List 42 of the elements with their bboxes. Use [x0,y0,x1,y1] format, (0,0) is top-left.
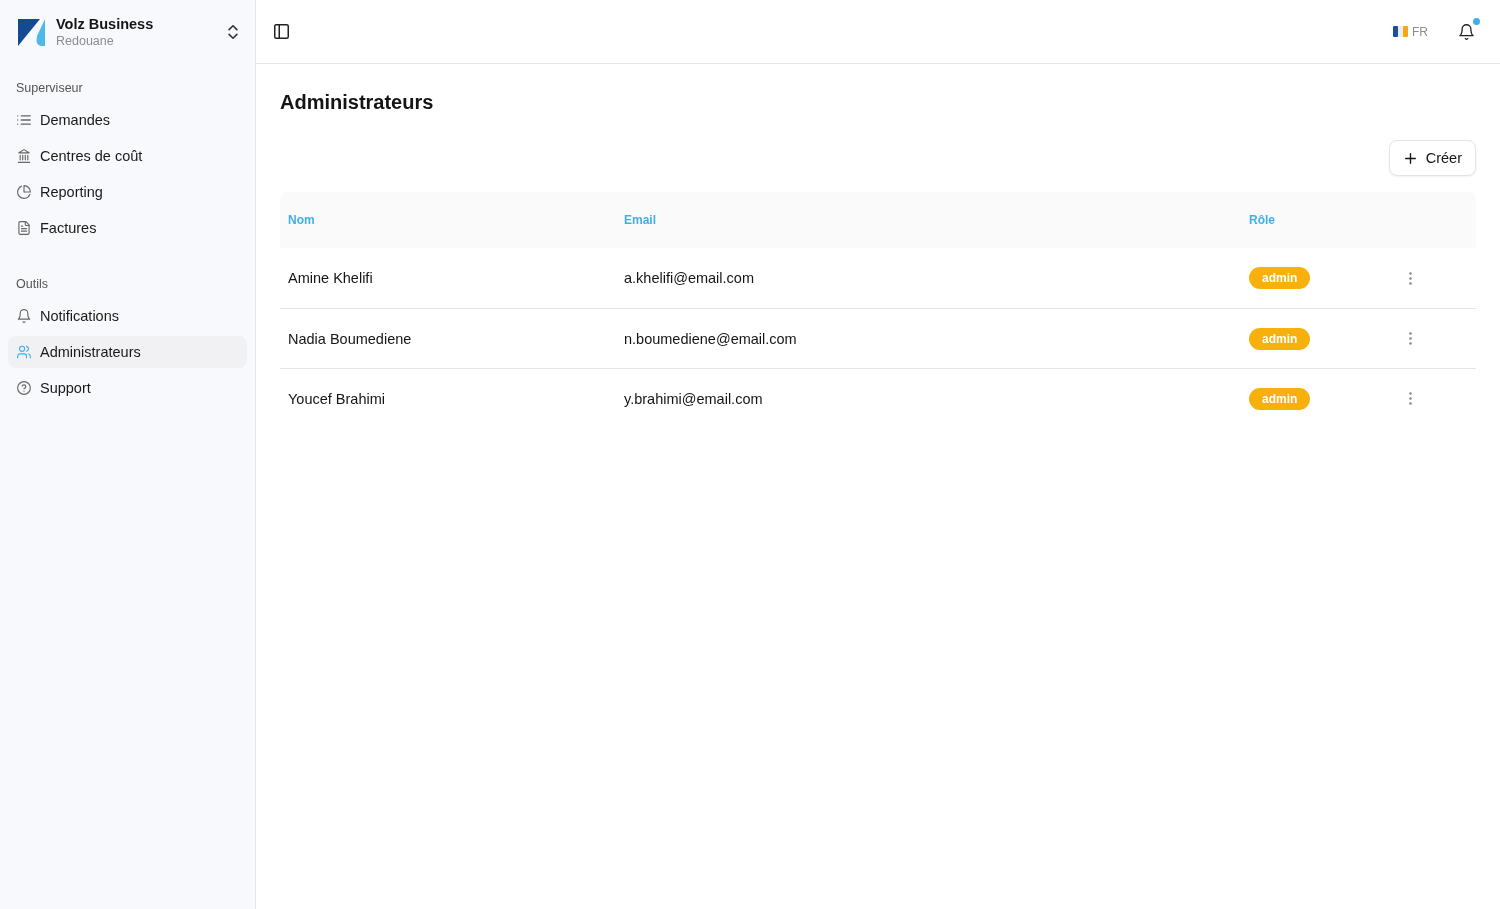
logo-icon [18,18,46,46]
column-header: Email [623,213,657,227]
role-badge: admin [1249,267,1311,289]
table-cell-text: Nadia Boumediene [287,330,413,347]
nav-item[interactable]: Support [8,372,247,404]
pie-chart-icon [17,185,31,199]
document-icon [17,221,31,235]
nav-item[interactable]: Demandes [8,104,247,136]
section-label: Outils [15,276,49,293]
plus-icon [1404,152,1416,164]
table-cell-text: y.brahimi@email.com [623,390,764,407]
column-header: Rôle [1248,213,1276,227]
nav-item[interactable]: Notifications [8,300,247,332]
list-icon [17,113,31,127]
workspace-name: Volz Business [56,15,155,33]
bell-icon [1458,23,1474,40]
vertical-dots-icon [1409,271,1412,285]
sidebar-panel-icon [274,24,289,39]
chevron-up-down-icon[interactable] [228,25,238,39]
table-cell-text: Amine Khelifi [287,270,374,286]
user-name: Redouane [56,32,115,49]
nav-item[interactable]: Factures [8,212,247,244]
table-cell-text: n.boumediene@email.com [623,330,798,347]
role-badge: admin [1249,327,1311,350]
nav-item[interactable]: Reporting [8,176,247,208]
sidebar-toggle-button[interactable] [274,24,289,39]
flag-icon [1393,26,1408,37]
page-title: Administrateurs [280,90,435,115]
vertical-dots-icon [1409,392,1412,405]
bell-icon [17,309,31,323]
help-icon [17,381,31,395]
nav-item[interactable]: Administrateurs [8,336,247,368]
nav-item[interactable]: Centres de coût [8,140,247,172]
create-button[interactable]: Créer [1388,140,1476,176]
section-label: Superviseur [15,80,84,97]
vertical-dots-icon [1409,332,1412,345]
users-icon [17,345,31,359]
role-badge: admin [1249,387,1311,410]
bank-icon [17,149,31,163]
column-header: Nom [287,213,316,227]
table-cell-text: a.khelifi@email.com [623,270,755,286]
table-cell-text: Youcef Brahimi [287,390,386,407]
